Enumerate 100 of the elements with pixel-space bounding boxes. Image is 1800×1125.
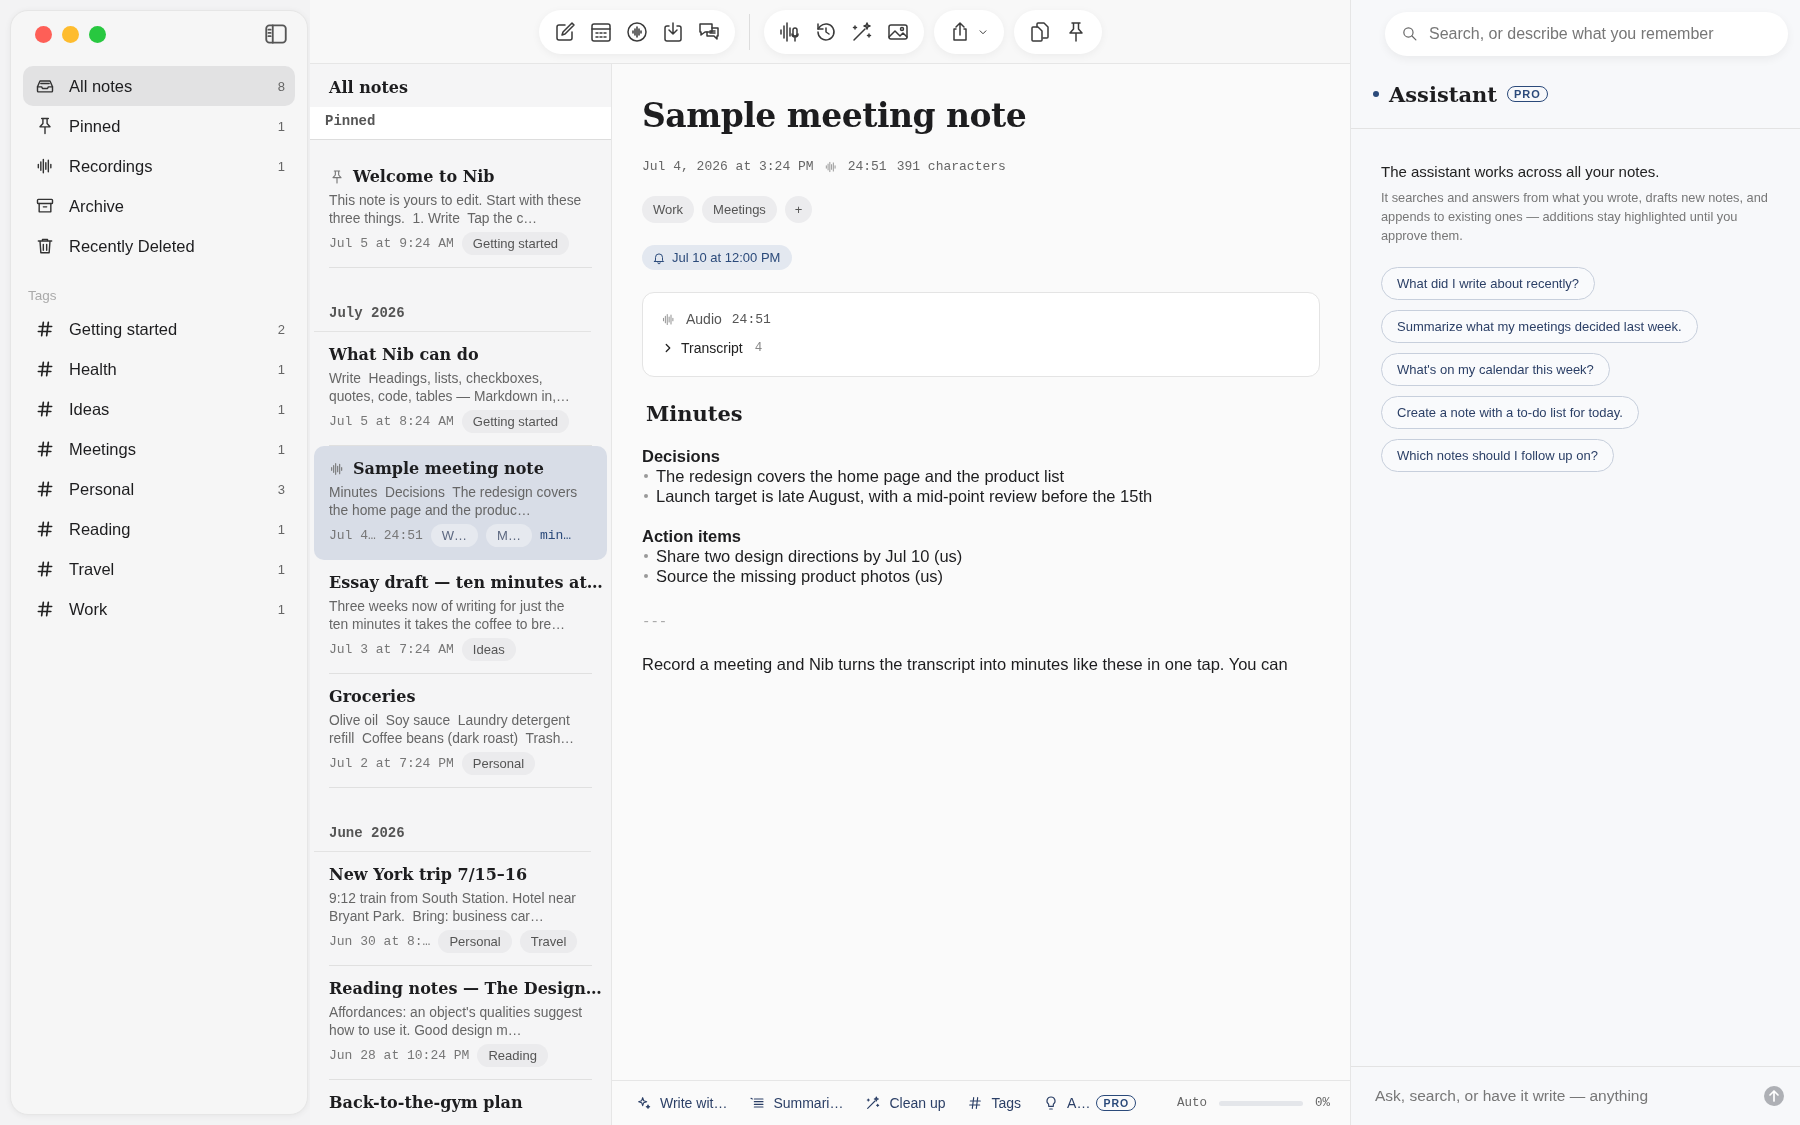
rule-text: ---	[642, 614, 669, 630]
archive-box-icon	[35, 196, 55, 216]
note-card[interactable]: New York trip 7/15–16 9:12 train from South Station. Hotel near Bryant Park. Bring: business car… Jun 30 at 8:… Personal Travel	[314, 852, 607, 966]
tag-chip[interactable]: Personal	[461, 752, 536, 775]
paragraph: Record a meeting and Nib turns the transcript into minutes like these in one tap. You can	[642, 654, 1289, 674]
tag-item[interactable]: Ideas 1	[23, 389, 295, 429]
note-title: Back-to-the-gym plan	[329, 1092, 523, 1114]
action-button[interactable]: Write wit…	[636, 1095, 728, 1111]
section-heading: Minutes	[646, 401, 744, 426]
tag-chip[interactable]: M…	[486, 524, 532, 547]
note-preview: 9:12 train from South Station. Hotel near Bryant Park. Bring: business car…	[329, 890, 577, 925]
tag-item[interactable]: Work 1	[23, 589, 295, 629]
section-heading: June 2026	[314, 788, 591, 852]
tag-item[interactable]: Health 1	[23, 349, 295, 389]
action-button[interactable]: Summari…	[749, 1095, 844, 1111]
note-preview: Olive oil Soy sauce Laundry detergent refill Coffee beans (dark roast) Trash…	[329, 712, 576, 747]
section-heading: Tags	[27, 287, 58, 305]
note-card[interactable]: Reading notes — The Design… Affordances: an object's qualities suggest how to use it. Good design m… Jun 28 at 10:24 PM Reading	[314, 966, 607, 1080]
suggestion-button[interactable]: Create a note with a to-do list for today.	[1381, 396, 1639, 429]
note-card[interactable]: Groceries Olive oil Soy sauce Laundry detergent refill Coffee beans (dark roast) Trash… Jul 2 at 7:24 PM Personal	[314, 674, 607, 788]
note-card[interactable]: Essay draft — ten minutes at… Three weeks now of writing for just the ten minutes it takes the coffee to bre… Jul 3 at 7:24 AM Ideas	[314, 560, 607, 674]
bullet-icon	[644, 474, 648, 478]
note-date: Jul 4, 2026 at 3:24 PM	[642, 159, 814, 174]
microphone-waveform-icon[interactable]	[777, 19, 802, 44]
intro-text: The assistant works across all your notes.	[1381, 163, 1661, 180]
note-date: Jul 4…	[329, 528, 376, 543]
hash-icon	[35, 359, 55, 379]
tag-item[interactable]: Personal 3	[23, 469, 295, 509]
note-preview: Three weeks now of writing for just the ten minutes it takes the coffee to bre…	[329, 598, 566, 633]
action-button[interactable]: A… PRO	[1043, 1095, 1137, 1111]
subheading: Action items	[642, 526, 743, 546]
tag-chip[interactable]: W…	[430, 524, 479, 547]
bullet-icon	[644, 574, 648, 578]
subheading: Decisions	[642, 446, 721, 466]
note-title: What Nib can do	[329, 344, 479, 366]
note-title: Reading notes — The Design…	[329, 978, 602, 1000]
sidebar-item[interactable]: All notes 8	[23, 66, 295, 106]
sidebar-item[interactable]: Recordings 1	[23, 146, 295, 186]
note-date: Jul 2 at 7:24 PM	[329, 756, 454, 771]
tag-chip[interactable]: Getting started	[461, 410, 570, 433]
note-preview: Affordances: an object's qualities suggest how to use it. Good design m…	[329, 1004, 584, 1039]
list-item: Launch target is late August, with a mid-point review before the 15th	[656, 486, 1153, 506]
note-title: Welcome to Nib	[353, 166, 495, 188]
bullet-icon	[644, 494, 648, 498]
description-text: It searches and answers from what you wrote, drafts new notes, and appends to existing ones — additions stay highlighted until you approve them.	[1381, 189, 1769, 245]
note-card[interactable]: Back-to-the-gym plan	[314, 1080, 607, 1125]
section-heading: July 2026	[314, 268, 591, 332]
suggestion-button[interactable]: What's on my calendar this week?	[1381, 353, 1610, 386]
tag-chip[interactable]: Work	[642, 196, 695, 223]
sidebar-item[interactable]: Recently Deleted	[23, 226, 295, 266]
list-item: Source the missing product photos (us)	[656, 566, 944, 586]
note-card[interactable]: What Nib can do Write Headings, lists, checkboxes, quotes, code, tables — Markdown in,… Jul 5 at 8:24 AM Getting started	[314, 332, 607, 446]
tag-chip[interactable]: Getting started	[461, 232, 570, 255]
note-heading: Sample meeting note	[642, 96, 1028, 135]
bullet-icon	[644, 554, 648, 558]
duration: 24:51	[383, 528, 423, 543]
tag-chip[interactable]: Meetings	[702, 196, 777, 223]
hash-icon	[35, 479, 55, 499]
waveform-circle-icon[interactable]	[624, 19, 649, 44]
note-card[interactable]: Welcome to Nib This note is yours to edit. Start with these three things. 1. Write Tap the c… Jul 5 at 9:24 AM Getting started	[314, 154, 607, 268]
suggestion-button[interactable]: Summarize what my meetings decided last week.	[1381, 310, 1698, 343]
close-button[interactable]	[35, 25, 52, 43]
trash-icon	[35, 236, 55, 256]
add-tag-button[interactable]: +	[784, 196, 813, 223]
note-title: New York trip 7/15–16	[329, 864, 528, 886]
note-card[interactable]: Sample meeting note Minutes Decisions The redesign covers the home page and the produc… Jul 4… 24:51 W… M… min…	[314, 446, 607, 560]
mode-label: Auto	[1176, 1096, 1207, 1110]
duration: 24:51	[731, 311, 771, 327]
tag-chip[interactable]: Ideas	[461, 638, 516, 661]
note-preview: Write Headings, lists, checkboxes, quotes, code, tables — Markdown in,…	[329, 370, 571, 405]
hash-icon	[35, 519, 55, 539]
hash-icon	[967, 1095, 984, 1111]
suggestion-button[interactable]: Which notes should I follow up on?	[1381, 439, 1614, 472]
tag-chip[interactable]: Personal	[438, 930, 512, 953]
tag-item[interactable]: Travel 1	[23, 549, 295, 589]
sidebar-toggle-icon[interactable]	[263, 21, 289, 47]
action-button[interactable]: Clean up	[865, 1095, 946, 1111]
tag-item[interactable]: Meetings 1	[23, 429, 295, 469]
audio-label: Audio	[686, 311, 722, 327]
note-title: Sample meeting note	[353, 458, 544, 480]
sidebar-item[interactable]: Archive	[23, 186, 295, 226]
tag-item[interactable]: Getting started 2	[23, 309, 295, 349]
list-item: Share two design directions by Jul 10 (us)	[656, 546, 963, 566]
search-icon	[1401, 25, 1418, 42]
action-button[interactable]: Tags	[967, 1095, 1022, 1111]
sidebar-item[interactable]: Pinned 1	[23, 106, 295, 146]
search-field[interactable]: Search, or describe what you remember	[1385, 12, 1788, 56]
tag-chip[interactable]: Reading	[477, 1044, 548, 1067]
transcript-toggle[interactable]: Transcript 4	[661, 340, 1301, 356]
chat-input-field[interactable]: Ask, search, or have it write — anything	[1373, 1086, 1762, 1106]
hash-icon	[35, 559, 55, 579]
tag-chip[interactable]: Travel	[519, 930, 578, 953]
reminder-chip[interactable]: Jul 10 at 12:00 PM	[642, 245, 793, 270]
section-heading: Pinned	[310, 107, 611, 140]
list-icon	[749, 1095, 766, 1111]
suggestion-button[interactable]: What did I write about recently?	[1381, 267, 1596, 300]
list-title: All notes	[328, 77, 410, 99]
status-dot-icon	[1373, 91, 1379, 97]
tag-item[interactable]: Reading 1	[23, 509, 295, 549]
share-button[interactable]	[933, 9, 1004, 54]
